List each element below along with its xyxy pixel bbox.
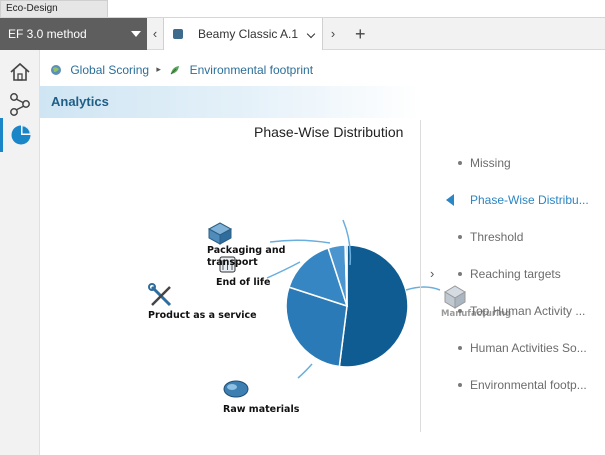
nav-bullet-icon <box>458 383 462 387</box>
nav-item-label: Missing <box>470 156 511 170</box>
nav-item-label: Environmental footp... <box>470 378 587 392</box>
nav-bullet-icon <box>458 272 462 276</box>
nav-bullet-icon <box>458 346 462 350</box>
nav-bullet-icon <box>458 161 462 165</box>
nav-item-label: Human Activities So... <box>470 341 587 355</box>
nav-item-label: Threshold <box>470 230 524 244</box>
nav-item-label: Phase-Wise Distribu... <box>470 193 589 207</box>
packaging-icon <box>207 222 233 245</box>
label-product-as-service: Product as a service <box>148 310 257 321</box>
label-packaging-text: Packaging and transport <box>207 245 286 268</box>
label-raw-materials: Raw materials <box>223 404 300 415</box>
leader-line-packaging <box>269 239 331 244</box>
collapse-panel-button[interactable]: › <box>430 266 434 281</box>
nav-item-top-human-activity[interactable]: Top Human Activity ... <box>446 300 605 322</box>
panel-divider <box>420 120 421 432</box>
nav-bullet-icon <box>458 309 462 313</box>
nav-item-missing[interactable]: Missing <box>446 152 605 174</box>
label-packaging-transport: Packaging and transport <box>207 245 285 269</box>
active-pointer-icon <box>446 194 454 206</box>
nav-item-environmental-footprint[interactable]: Environmental footp... <box>446 374 605 396</box>
tools-icon <box>148 283 172 307</box>
app-window: Eco-Design Assessment EF 3.0 method ‹ Be… <box>0 0 605 455</box>
nav-item-phase-wise[interactable]: Phase-Wise Distribu... <box>446 189 605 211</box>
raw-materials-icon <box>223 380 249 398</box>
nav-item-label: Reaching targets <box>470 267 561 281</box>
nav-item-reaching-targets[interactable]: Reaching targets <box>446 263 605 285</box>
label-end-of-life: End of life <box>216 277 271 288</box>
nav-bullet-icon <box>458 235 462 239</box>
nav-item-label: Top Human Activity ... <box>470 304 586 318</box>
nav-item-threshold[interactable]: Threshold <box>446 226 605 248</box>
leader-line-raw-materials <box>297 363 313 379</box>
nav-item-human-activities[interactable]: Human Activities So... <box>446 337 605 359</box>
leader-line-manufacturing <box>405 286 441 291</box>
